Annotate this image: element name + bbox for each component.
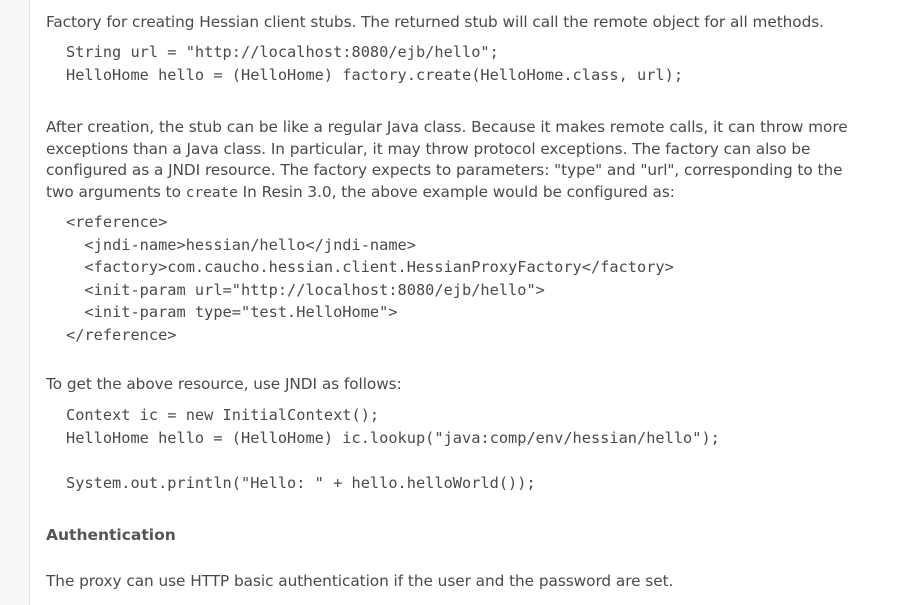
authentication-heading: Authentication [46,526,176,544]
code-line: </reference> [66,325,177,344]
code-block-resin-config: <reference> <jndi-name>hessian/hello</jn… [66,211,674,346]
after-creation-text-2: In Resin 3.0, the above example would be… [237,182,675,201]
auth-paragraph: The proxy can use HTTP basic authenticat… [46,572,674,590]
code-line: HelloHome hello = (HelloHome) ic.lookup(… [66,428,720,447]
code-line: <init-param url="http://localhost:8080/e… [66,280,545,299]
jndi-intro-paragraph: To get the above resource, use JNDI as f… [46,375,402,393]
code-line: HelloHome hello = (HelloHome) factory.cr… [66,65,684,84]
code-block-jndi-lookup: Context ic = new InitialContext(); HelloH… [66,404,720,494]
after-creation-paragraph: After creation, the stub can be like a r… [46,117,866,204]
code-line: System.out.println("Hello: " + hello.hel… [66,473,536,492]
code-line: Context ic = new InitialContext(); [66,406,380,424]
left-margin-rule [0,0,30,605]
code-line: <factory>com.caucho.hessian.client.Hessi… [66,258,674,276]
code-line: <reference> [66,213,168,231]
inline-code-create: create [185,184,238,201]
code-line: <init-param type="test.HelloHome"> [66,303,398,321]
code-line: String url = "http://localhost:8080/ejb/… [66,43,499,61]
code-block-factory-example: String url = "http://localhost:8080/ejb/… [66,41,683,86]
code-line: <jndi-name>hessian/hello</jndi-name> [66,235,416,254]
intro-paragraph: Factory for creating Hessian client stub… [46,13,824,31]
